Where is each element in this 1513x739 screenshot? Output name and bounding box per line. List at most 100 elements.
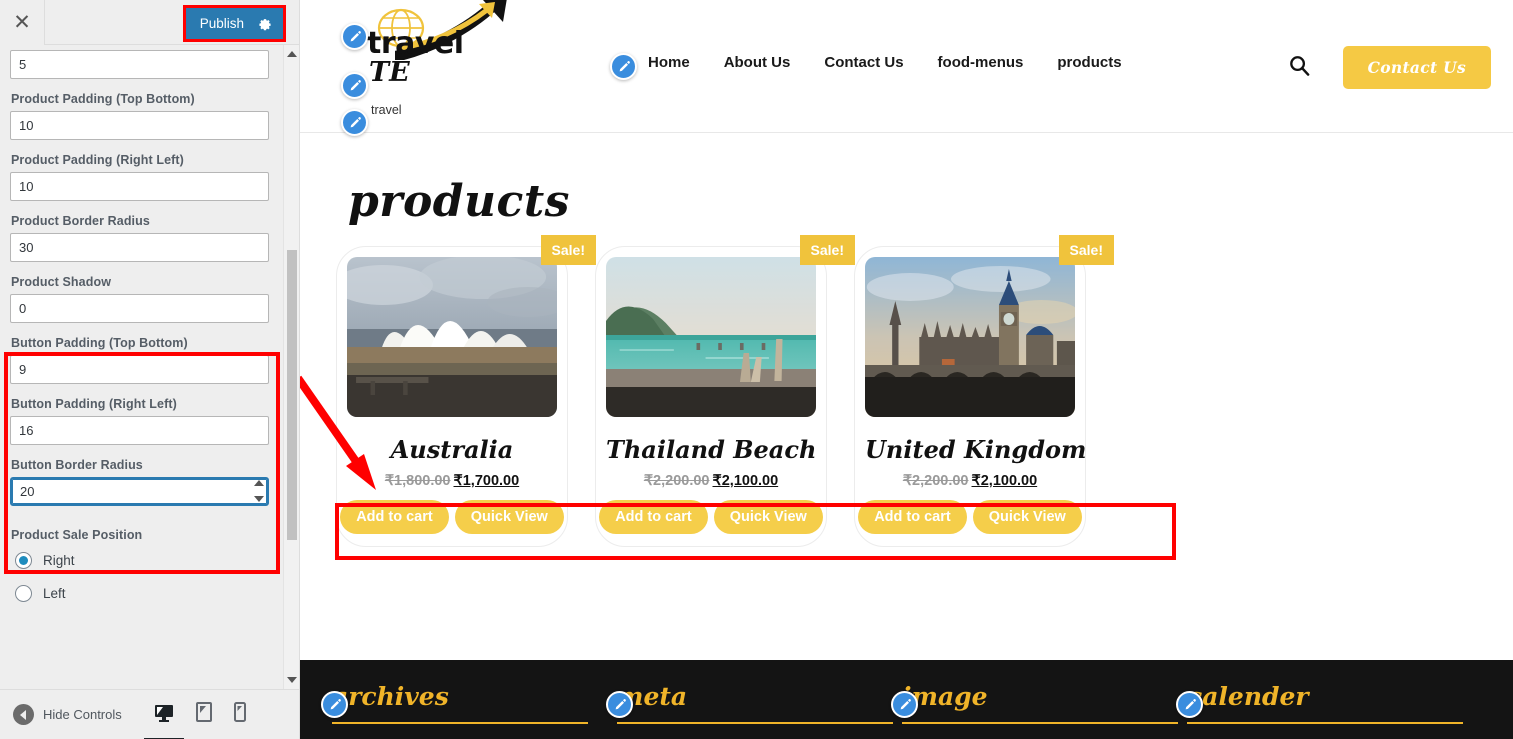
sale-badge: Sale! <box>1058 235 1114 265</box>
edit-pencil-icon-widget-archives[interactable] <box>321 691 348 718</box>
edit-pencil-icon-logo-tagline[interactable] <box>341 109 368 136</box>
page-title: products <box>348 176 570 227</box>
product-padding-right-left-input[interactable] <box>10 172 269 201</box>
product-padding-right-left-label: Product Padding (Right Left) <box>11 153 184 167</box>
quick-view-button[interactable]: Quick View <box>972 500 1082 534</box>
edit-pencil-icon-widget-meta[interactable] <box>606 691 633 718</box>
add-to-cart-button[interactable]: Add to cart <box>858 500 967 534</box>
product-image-united-kingdom[interactable] <box>865 257 1075 417</box>
edit-pencil-icon-logo-title[interactable] <box>341 72 368 99</box>
publish-button[interactable]: Publish <box>185 8 283 39</box>
contact-us-button[interactable]: Contact Us <box>1342 46 1491 89</box>
footer-widget-meta[interactable]: meta <box>617 682 893 724</box>
price-original: ₹2,200.00 <box>643 473 710 489</box>
publish-label: Publish <box>199 16 244 31</box>
price-sale: ₹2,100.00 <box>971 473 1038 489</box>
button-padding-top-bottom-label: Button Padding (Top Bottom) <box>11 336 188 350</box>
product-image-australia[interactable] <box>347 257 557 417</box>
product-title: Australia <box>390 435 514 464</box>
scroll-up-icon[interactable] <box>287 51 297 57</box>
product-title: United Kingdom <box>865 435 1087 464</box>
edit-pencil-icon-widget-image[interactable] <box>891 691 918 718</box>
desktop-icon[interactable] <box>154 704 174 727</box>
product-border-radius-input[interactable] <box>10 233 269 262</box>
footer-widget-calender[interactable]: calender <box>1187 682 1463 724</box>
mobile-icon[interactable] <box>233 702 246 727</box>
device-preview-switcher <box>154 702 246 727</box>
button-border-radius-input[interactable] <box>10 477 269 506</box>
nav-item-food-menus[interactable]: food-menus <box>938 54 1024 71</box>
product-card[interactable]: Sale! <box>595 235 855 547</box>
product-card[interactable]: Sale! <box>336 235 596 547</box>
button-border-radius-stepper[interactable] <box>10 477 273 506</box>
product-border-radius-label: Product Border Radius <box>11 214 150 228</box>
footer-rule <box>332 722 588 724</box>
logo-graphic: travel TE <box>355 0 515 88</box>
hide-controls-label: Hide Controls <box>43 707 122 722</box>
product-sale-position-label: Product Sale Position <box>11 528 143 542</box>
footer-rule <box>617 722 893 724</box>
quick-view-button[interactable]: Quick View <box>713 500 823 534</box>
customizer-panel: ✕ Publish Product Padding (Top Bottom) P… <box>0 0 300 739</box>
radio-left-label: Left <box>43 586 66 601</box>
tablet-icon[interactable] <box>195 702 212 727</box>
radio-right-icon[interactable] <box>15 552 32 569</box>
quick-view-button[interactable]: Quick View <box>454 500 564 534</box>
radio-left-icon[interactable] <box>15 585 32 602</box>
logo-text: travel <box>367 26 464 61</box>
edit-pencil-icon-logo-image[interactable] <box>341 23 368 50</box>
nav-item-about-us[interactable]: About Us <box>724 54 791 71</box>
product-price: ₹2,200.00 ₹2,100.00 <box>606 473 816 489</box>
logo-tagline: travel <box>371 103 402 117</box>
scroll-down-icon[interactable] <box>287 677 297 683</box>
footer-rule <box>902 722 1178 724</box>
price-original: ₹2,200.00 <box>902 473 969 489</box>
footer-widget-title: archives <box>332 682 449 711</box>
button-padding-top-bottom-input[interactable] <box>10 355 269 384</box>
close-icon[interactable]: ✕ <box>0 0 45 45</box>
logo-subtext: TE <box>369 57 410 88</box>
product-grid: Sale! Australia ₹1,800.00 ₹1,700.00 Add … <box>336 235 1114 547</box>
stepper-down-icon[interactable] <box>254 496 264 502</box>
customizer-fields: Product Padding (Top Bottom) Product Pad… <box>0 45 299 689</box>
stepper-up-icon[interactable] <box>254 480 264 486</box>
button-padding-right-left-input[interactable] <box>10 416 269 445</box>
customizer-scrollbar[interactable] <box>283 45 299 689</box>
radio-option-left[interactable]: Left <box>15 585 289 602</box>
add-to-cart-button[interactable]: Add to cart <box>340 500 449 534</box>
footer-rule <box>1187 722 1463 724</box>
product-shadow-input[interactable] <box>10 294 269 323</box>
nav-item-contact-us[interactable]: Contact Us <box>824 54 903 71</box>
nav-item-home[interactable]: Home <box>648 54 690 71</box>
scrollbar-thumb[interactable] <box>287 250 297 540</box>
footer-widget-image[interactable]: image <box>902 682 1178 724</box>
search-icon[interactable] <box>1289 55 1310 81</box>
footer-widget-title: calender <box>1187 682 1309 711</box>
site-logo[interactable]: travel TE travel <box>355 0 575 117</box>
product-padding-top-bottom-input[interactable] <box>10 111 269 140</box>
customizer-header: ✕ Publish <box>0 0 299 45</box>
product-shadow-label: Product Shadow <box>11 275 112 289</box>
stepper-arrows[interactable] <box>253 480 265 502</box>
radio-right-label: Right <box>43 553 75 568</box>
customizer-footer: Hide Controls <box>0 689 299 739</box>
publish-highlight: Publish <box>182 5 286 42</box>
sale-badge: Sale! <box>540 235 596 265</box>
add-to-cart-button[interactable]: Add to cart <box>599 500 708 534</box>
price-sale: ₹2,100.00 <box>712 473 779 489</box>
gear-icon[interactable] <box>258 17 272 31</box>
product-actions: Add to cart Quick View <box>858 500 1082 534</box>
hide-controls-button[interactable]: Hide Controls <box>13 704 122 725</box>
sale-badge: Sale! <box>799 235 855 265</box>
button-border-radius-label: Button Border Radius <box>11 458 143 472</box>
product-margin-input[interactable] <box>10 50 269 79</box>
product-image-thailand-beach[interactable] <box>606 257 816 417</box>
nav-item-products[interactable]: products <box>1057 54 1121 71</box>
site-header: travel TE travel Home About Us Contact U… <box>300 0 1513 136</box>
product-title: Thailand Beach <box>606 435 817 464</box>
radio-option-right[interactable]: Right <box>15 552 289 569</box>
footer-widget-archives[interactable]: archives <box>332 682 602 724</box>
edit-pencil-icon-widget-calender[interactable] <box>1176 691 1203 718</box>
product-card[interactable]: Sale! <box>854 235 1114 547</box>
edit-pencil-icon-nav-menu[interactable] <box>610 53 637 80</box>
